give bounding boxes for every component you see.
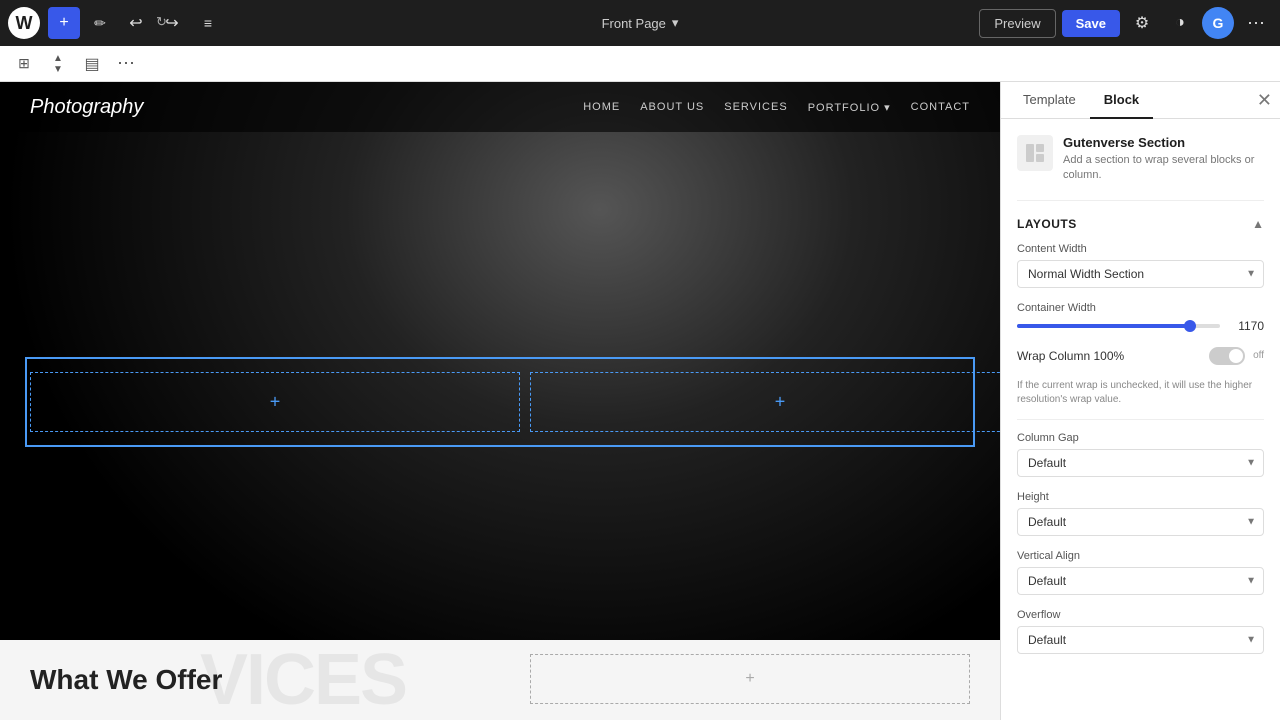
google-account-button[interactable]: G [1202,7,1234,39]
panel-tabs: Template Block ✕ [1001,82,1280,119]
save-button[interactable]: Save [1062,10,1120,37]
theme-button[interactable]: ◑ [1164,7,1196,39]
container-width-row: Container Width 1170 [1017,302,1264,333]
divider-1 [1017,419,1264,420]
add-block-bottom-icon: + [745,670,754,688]
selection-box-left[interactable]: + [30,372,520,432]
add-button[interactable]: + [48,7,80,39]
wrap-column-state: off [1253,350,1264,361]
overflow-select-wrapper: Default Hidden Scroll ▼ [1017,626,1264,654]
page-name-dropdown[interactable]: Front Page ▾ [592,9,689,37]
canvas-area[interactable]: Photography HOME ABOUT US SERVICES PORTF… [0,82,1000,720]
vertical-align-select[interactable]: Default Top Middle Bottom [1017,567,1264,595]
nav-links: HOME ABOUT US SERVICES PORTFOLIO ▾ CONTA… [583,101,970,114]
height-row: Height Default Full Screen Custom ▼ [1017,491,1264,536]
column-gap-label: Column Gap [1017,432,1264,444]
dots-icon-button[interactable]: ⋯ [112,50,140,78]
block-title: Gutenverse Section [1063,135,1264,150]
content-width-row: Content Width Normal Width Section Full … [1017,243,1264,288]
bottom-selection-box[interactable]: + [530,654,970,704]
column-gap-select-wrapper: Default Small Medium Large ▼ [1017,449,1264,477]
list-view-button[interactable]: ≡ [192,7,224,39]
settings-button[interactable]: ⚙ [1126,7,1158,39]
nav-portfolio[interactable]: PORTFOLIO ▾ [808,101,891,114]
block-icon [1017,135,1053,171]
vertical-align-label: Vertical Align [1017,550,1264,562]
selection-box-right[interactable]: + [530,372,1000,432]
wrap-column-label: Wrap Column 100% [1017,349,1124,363]
overflow-select[interactable]: Default Hidden Scroll [1017,626,1264,654]
section-heading: What We Offer [30,664,222,696]
block-info: Gutenverse Section Add a section to wrap… [1017,135,1264,201]
tab-template[interactable]: Template [1009,82,1090,119]
column-gap-select[interactable]: Default Small Medium Large [1017,449,1264,477]
nav-services[interactable]: SERVICES [724,101,787,114]
block-description: Add a section to wrap several blocks or … [1063,153,1264,184]
wrap-help-text: If the current wrap is unchecked, it wil… [1017,379,1264,407]
layouts-chevron-icon: ▲ [1252,217,1264,231]
align-icon-button[interactable]: ▤ [78,50,106,78]
vertical-align-row: Vertical Align Default Top Middle Bottom… [1017,550,1264,595]
slider-fill [1017,324,1190,328]
container-width-slider-track[interactable] [1017,324,1220,328]
vertical-align-select-wrapper: Default Top Middle Bottom ▼ [1017,567,1264,595]
bottom-section: What We Offer VICES + [0,640,1000,720]
panel-content: Gutenverse Section Add a section to wrap… [1001,119,1280,720]
wrap-column-toggle[interactable] [1209,347,1245,365]
site-logo: Photography [30,96,143,119]
more-button[interactable]: ⋯ [1240,7,1272,39]
column-gap-row: Column Gap Default Small Medium Large ▼ [1017,432,1264,477]
height-select-wrapper: Default Full Screen Custom ▼ [1017,508,1264,536]
preview-button[interactable]: Preview [979,9,1055,38]
wp-logo[interactable]: W [8,7,40,39]
undo-button[interactable]: ↩ [120,7,152,39]
container-width-label: Container Width [1017,302,1264,314]
toggle-knob [1229,349,1243,363]
layout-icon-button[interactable]: ⊞ [10,50,38,78]
overflow-row: Overflow Default Hidden Scroll ▼ [1017,609,1264,654]
container-width-slider-row: 1170 [1017,319,1264,333]
height-select[interactable]: Default Full Screen Custom [1017,508,1264,536]
content-width-label: Content Width [1017,243,1264,255]
add-block-right-icon: + [775,392,786,413]
tab-block[interactable]: Block [1090,82,1153,119]
nav-home[interactable]: HOME [583,101,620,114]
second-toolbar: ⊞ ▲▼ ▤ ⋯ [0,46,1280,82]
edit-button[interactable]: ✏ [84,7,116,39]
add-block-left-icon: + [270,392,281,413]
top-bar: W + ✏ ↩ ↻ ↪ ≡ Front Page ▾ Preview Save … [0,0,1280,46]
right-panel: Template Block ✕ Gutenverse Section Add … [1000,82,1280,720]
content-width-select[interactable]: Normal Width Section Full Width [1017,260,1264,288]
layouts-section-heading[interactable]: Layouts ▲ [1017,217,1264,231]
top-bar-right: Preview Save ⚙ ◑ G ⋯ [979,7,1272,39]
spinner-icon: ↻ [156,14,167,30]
height-label: Height [1017,491,1264,503]
content-width-select-wrapper: Normal Width Section Full Width ▼ [1017,260,1264,288]
nav-about[interactable]: ABOUT US [640,101,704,114]
overflow-label: Overflow [1017,609,1264,621]
layouts-title: Layouts [1017,217,1077,231]
site-nav: Photography HOME ABOUT US SERVICES PORTF… [0,82,1000,132]
main-area: Photography HOME ABOUT US SERVICES PORTF… [0,82,1280,720]
container-width-value: 1170 [1228,319,1264,333]
panel-close-button[interactable]: ✕ [1257,91,1272,109]
website-preview: Photography HOME ABOUT US SERVICES PORTF… [0,82,1000,720]
background-text: VICES [200,639,406,720]
arrow-icon-button[interactable]: ▲▼ [44,50,72,78]
nav-contact[interactable]: CONTACT [911,101,970,114]
slider-thumb[interactable] [1184,320,1196,332]
wrap-column-row: Wrap Column 100% off [1017,347,1264,365]
